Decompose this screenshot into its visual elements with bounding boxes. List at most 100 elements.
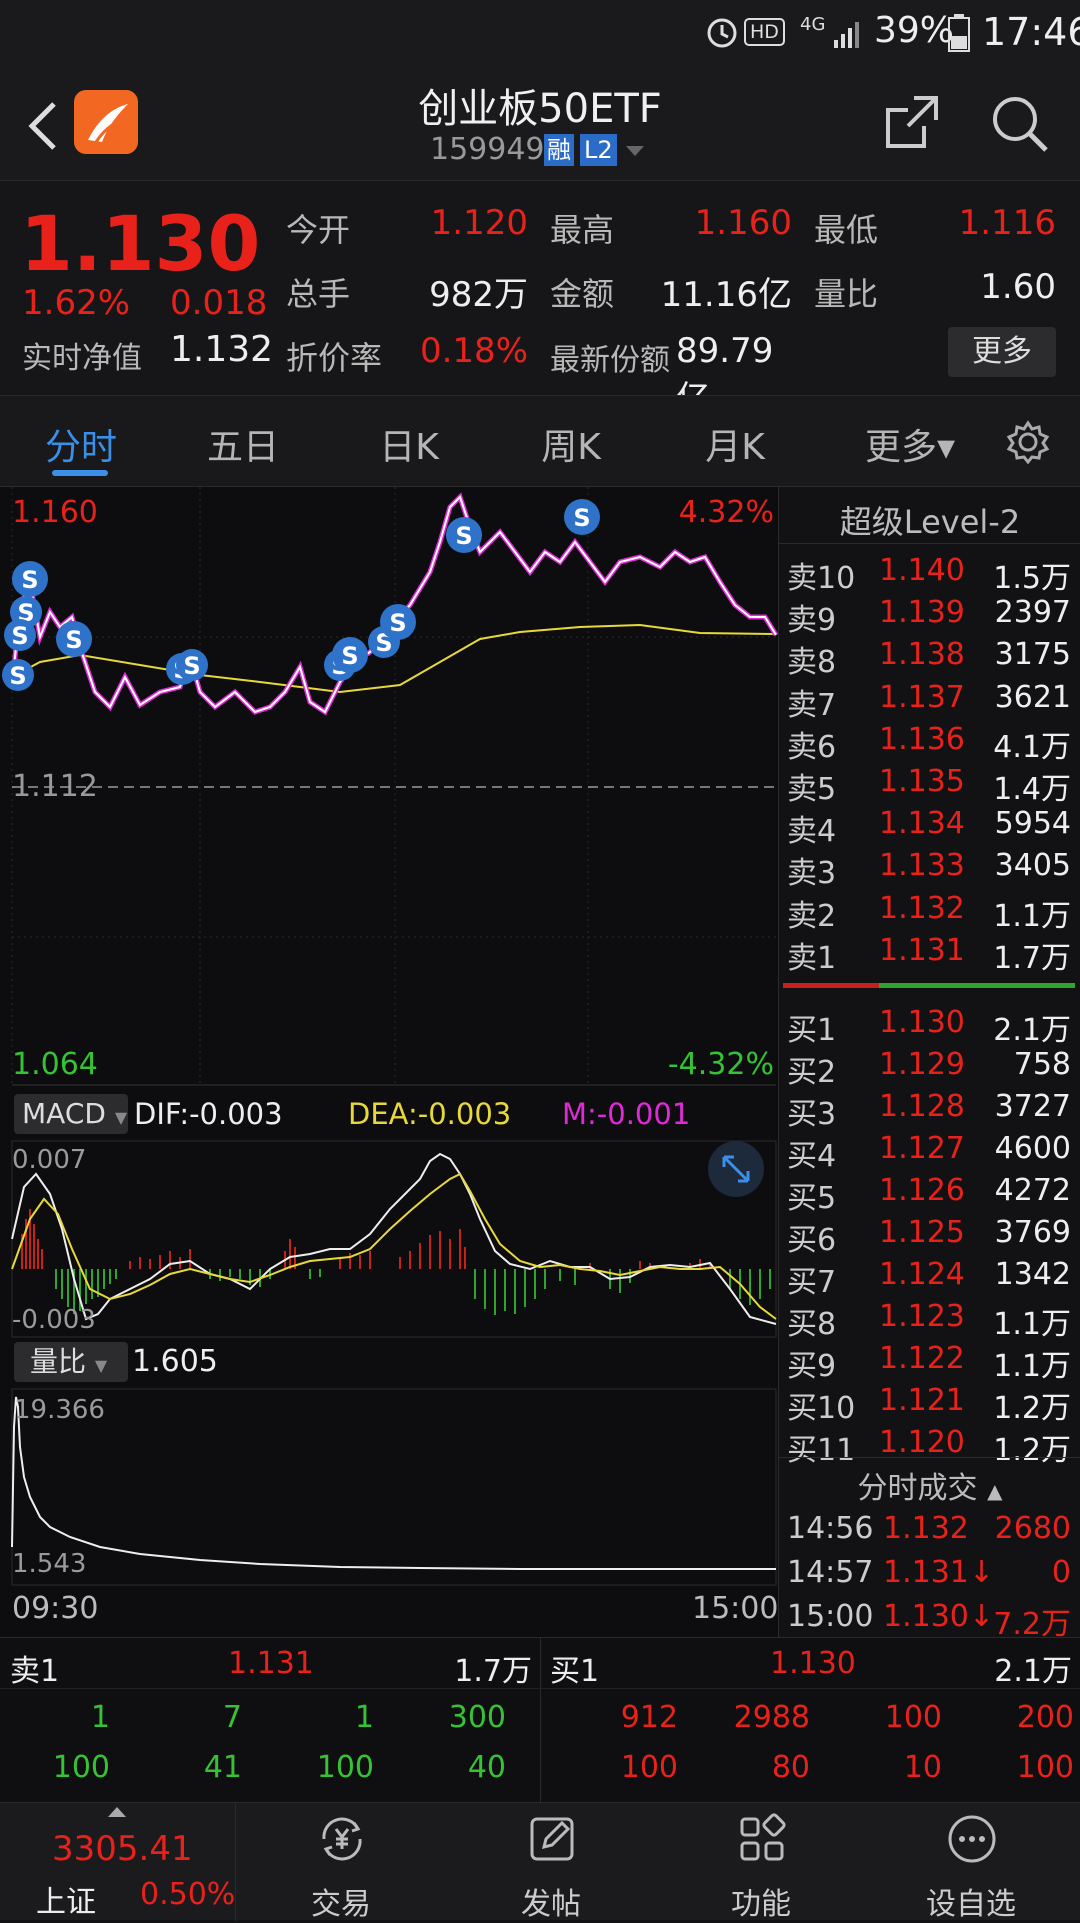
share-icon[interactable] <box>884 94 940 150</box>
index-ticker[interactable]: 3305.41 上证 0.50% <box>0 1803 236 1921</box>
asks-row[interactable]: 卖7 1.137 3621 <box>787 680 1077 723</box>
app-header: 创业板50ETF 159949 融 L2 <box>0 68 1080 180</box>
change-percent: 1.62% <box>22 283 131 323</box>
expand-chart-button[interactable] <box>708 1141 764 1197</box>
nav-functions[interactable]: 功能 <box>656 1803 866 1922</box>
more-button[interactable]: 更多 <box>948 327 1056 377</box>
bids-row[interactable]: 买3 1.128 3727 <box>787 1089 1077 1132</box>
tab-five-day[interactable]: 五日 <box>178 418 308 470</box>
asks-row[interactable]: 卖2 1.132 1.1万 <box>787 891 1077 934</box>
trades-header[interactable]: 分时成交 ▲ <box>779 1463 1080 1507</box>
asks-row[interactable]: 卖9 1.139 2397 <box>787 595 1077 638</box>
settings-gear-icon[interactable] <box>1006 420 1050 464</box>
macd-chart[interactable] <box>0 1139 778 1339</box>
bids-row[interactable]: 买7 1.124 1342 <box>787 1257 1077 1300</box>
tab-intraday[interactable]: 分时 <box>16 418 146 470</box>
tab-daily-k[interactable]: 日K <box>344 418 474 470</box>
s-marker-icon[interactable]: S <box>332 637 368 673</box>
volume-ratio-selector[interactable]: 量比 ▼ <box>14 1342 128 1382</box>
bottom-nav: 3305.41 上证 0.50% 交易 发帖 功能 设自选 <box>0 1802 1080 1922</box>
tab-monthly-k[interactable]: 月K <box>670 418 800 470</box>
macd-dif: DIF:-0.003 <box>134 1097 283 1131</box>
tab-weekly-k[interactable]: 周K <box>506 418 636 470</box>
s-marker-icon[interactable]: S <box>446 517 482 553</box>
sell1-price: 1.131 <box>228 1646 314 1681</box>
s-marker-icon[interactable]: S <box>176 649 208 681</box>
macd-selector[interactable]: MACD ▼ <box>14 1094 128 1134</box>
nav-post[interactable]: 发帖 <box>446 1803 656 1922</box>
buy-queue-item: 100 <box>1016 1750 1074 1785</box>
asks-row[interactable]: 卖3 1.133 3405 <box>787 848 1077 892</box>
low-value: 1.116 <box>958 203 1056 243</box>
bids-row[interactable]: 买1 1.130 2.1万 <box>787 1005 1077 1048</box>
bids-row[interactable]: 买10 1.121 1.2万 <box>787 1383 1077 1426</box>
time-start: 09:30 <box>12 1591 99 1626</box>
bids-row[interactable]: 买11 1.120 1.2万 <box>787 1425 1077 1468</box>
bids-level: 买10 <box>787 1391 856 1426</box>
page-title: 创业板50ETF <box>418 86 662 132</box>
s-marker-icon[interactable]: S <box>380 604 416 640</box>
trade-row: 14:57 1.131↓ 0 <box>787 1555 1077 1597</box>
divider <box>779 1457 1080 1458</box>
chart-area[interactable]: S S S S S S S S S S S S S 1.160 4.32% 1.… <box>0 487 778 1637</box>
bids-volume: 1.1万 <box>993 1307 1071 1342</box>
s-marker-icon[interactable]: S <box>4 619 36 651</box>
bids-row[interactable]: 买6 1.125 3769 <box>787 1215 1077 1258</box>
bids-row[interactable]: 买4 1.127 4600 <box>787 1131 1077 1174</box>
bids-row[interactable]: 买9 1.122 1.1万 <box>787 1341 1077 1384</box>
svg-text:S: S <box>573 504 590 532</box>
spread-bar-green <box>879 983 1075 988</box>
bids-level: 买1 <box>787 1013 837 1048</box>
sell-queue-item: 100 <box>316 1750 374 1785</box>
stock-code: 159949 <box>430 132 545 167</box>
nav-functions-label: 功能 <box>731 1887 791 1922</box>
asks-row[interactable]: 卖6 1.136 4.1万 <box>787 721 1077 765</box>
buy-queue-item: 2988 <box>733 1700 810 1735</box>
amount-label: 金额 <box>550 275 615 313</box>
bids-row[interactable]: 买2 1.129 758 <box>787 1047 1077 1090</box>
s-marker-icon[interactable]: S <box>2 659 34 691</box>
hd-badge: HD <box>744 18 785 46</box>
quote-panel: 1.130 1.62% 0.018 实时净值 1.132 今开 1.120 最高… <box>0 180 1080 419</box>
tab-more[interactable]: 更多▾ <box>840 418 980 470</box>
asks-row[interactable]: 卖4 1.134 5954 <box>787 806 1077 849</box>
change-amount: 0.018 <box>170 283 268 323</box>
asks-row[interactable]: 卖1 1.131 1.7万 <box>787 933 1077 976</box>
battery-percent: 39% <box>874 10 955 51</box>
asks-price: 1.133 <box>879 848 965 884</box>
asks-level: 卖7 <box>787 687 837 723</box>
trade-row: 15:00 1.130↓ 7.2万 <box>787 1599 1077 1642</box>
asks-volume: 2397 <box>994 595 1071 631</box>
bids-price: 1.128 <box>879 1089 965 1124</box>
search-icon[interactable] <box>990 94 1050 154</box>
s-marker-icon[interactable]: S <box>564 499 600 535</box>
asks-price: 1.136 <box>879 721 965 757</box>
level2-orderbook[interactable]: 超级Level-2 卖10 1.140 1.5万 卖9 1.139 2397 卖… <box>778 487 1080 1642</box>
back-arrow-icon[interactable] <box>22 98 62 154</box>
bids-row[interactable]: 买5 1.126 4272 <box>787 1173 1077 1216</box>
buy-queue-item: 100 <box>884 1700 942 1735</box>
intraday-chart[interactable]: S S S S S S S S S S S S S <box>0 487 778 1087</box>
s-marker-icon[interactable]: S <box>12 561 48 597</box>
asks-row[interactable]: 卖5 1.135 1.4万 <box>787 764 1077 807</box>
buy1-volume: 2.1万 <box>994 1654 1072 1689</box>
sell1-label: 卖1 <box>10 1654 60 1689</box>
bids-volume: 758 <box>1013 1047 1071 1082</box>
divider <box>779 543 1080 544</box>
dropdown-arrow-icon[interactable] <box>626 146 644 158</box>
chart-top-pct: 4.32% <box>678 495 774 530</box>
nav-trade[interactable]: 交易 <box>236 1803 446 1922</box>
bids-row[interactable]: 买8 1.123 1.1万 <box>787 1299 1077 1342</box>
s-marker-icon[interactable]: S <box>56 621 92 657</box>
asks-price: 1.134 <box>879 806 965 842</box>
volume-ratio-chart[interactable] <box>0 1387 778 1587</box>
asks-row[interactable]: 卖10 1.140 1.5万 <box>787 553 1077 596</box>
asks-volume: 1.5万 <box>993 561 1071 596</box>
macd-bottom-value: -0.003 <box>12 1305 96 1335</box>
caret-up-icon: ▲ <box>987 1479 1003 1503</box>
nav-watchlist[interactable]: 设自选 <box>866 1803 1076 1922</box>
asks-level: 卖3 <box>787 856 837 892</box>
amount-value: 11.16亿 <box>660 275 792 315</box>
asks-level: 卖1 <box>787 940 837 976</box>
asks-row[interactable]: 卖8 1.138 3175 <box>787 637 1077 680</box>
